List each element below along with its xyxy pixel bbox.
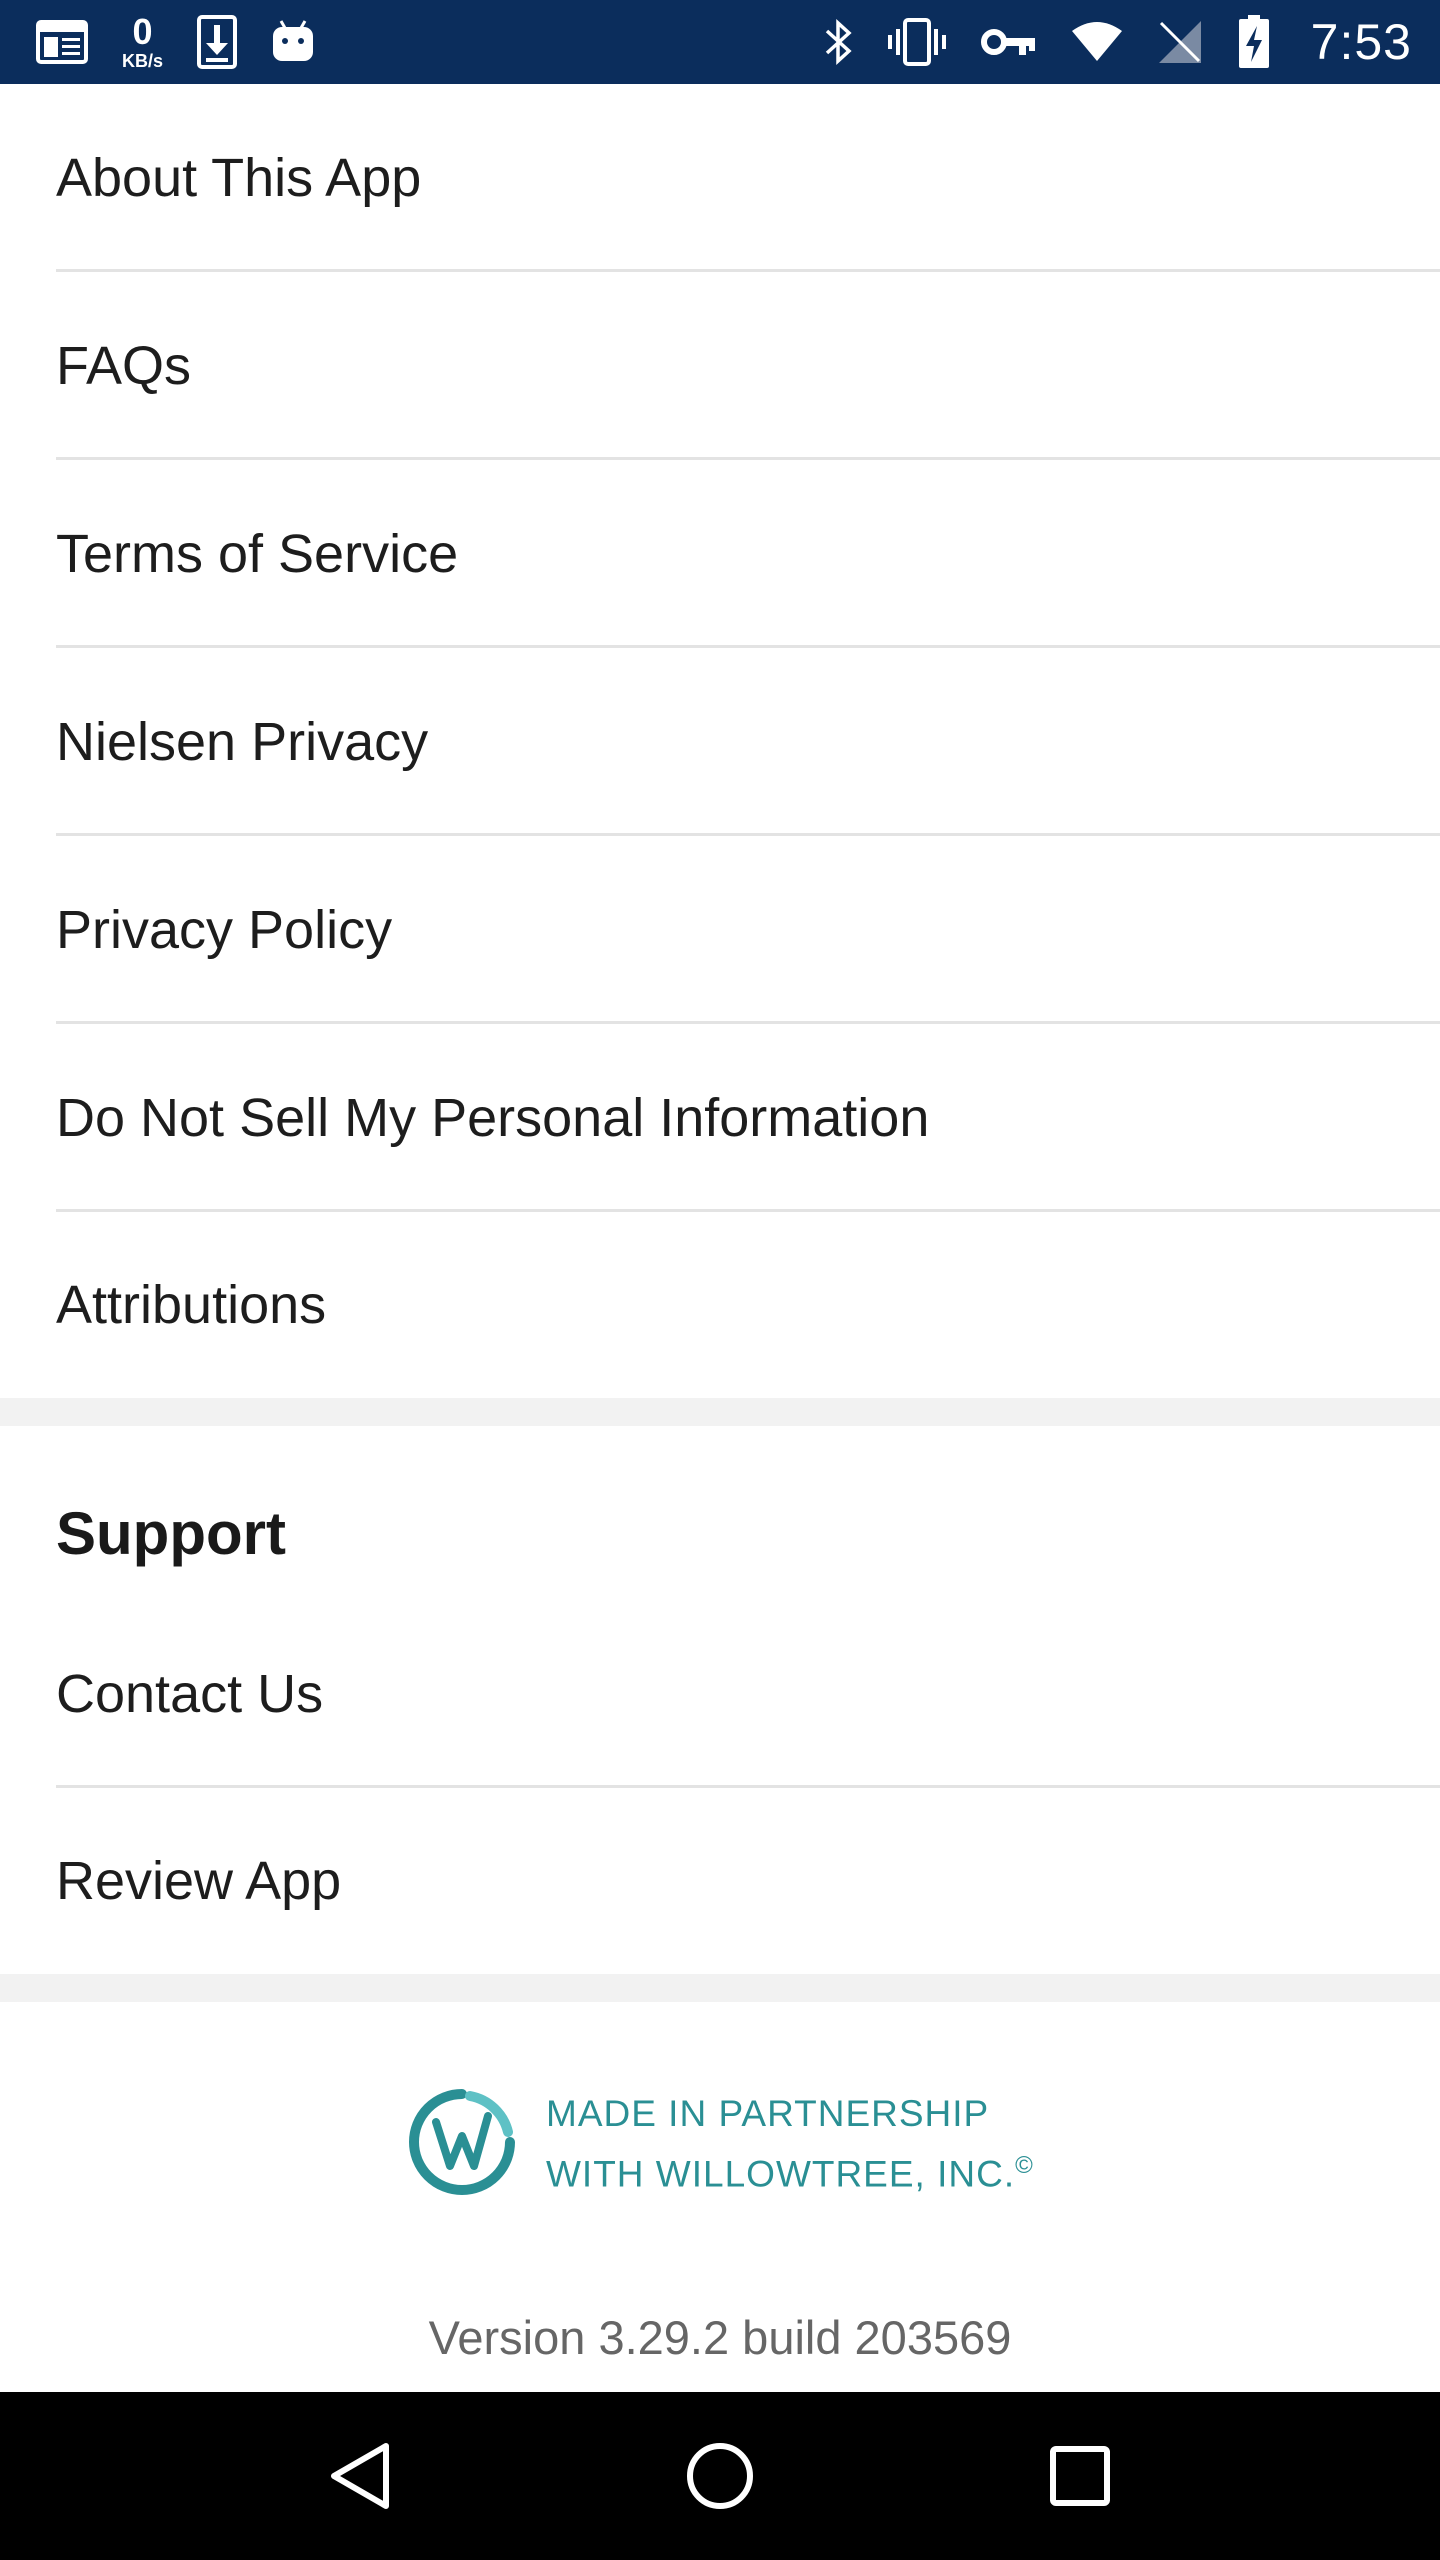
section-separator <box>0 1398 1440 1426</box>
willowtree-logo-icon <box>406 2086 518 2203</box>
menu-item-label: Terms of Service <box>56 524 459 584</box>
info-menu-list: About This App FAQs Terms of Service Nie… <box>0 84 1440 1398</box>
battery-charging-icon <box>1237 14 1271 70</box>
support-section-title: Support <box>56 1500 286 1567</box>
menu-item-privacy-policy[interactable]: Privacy Policy <box>0 836 1440 1024</box>
status-bar: 0 KB/s 7:53 <box>0 0 1440 84</box>
download-icon <box>197 15 238 69</box>
vpn-key-icon <box>980 25 1037 59</box>
menu-item-label: About This App <box>56 148 422 208</box>
home-circle-icon <box>687 2443 753 2509</box>
menu-item-label: Review App <box>56 1851 342 1911</box>
partnership-line-2-text: WITH WILLOWTREE, INC. <box>546 2153 1016 2195</box>
copyright-mark: © <box>1015 2152 1034 2180</box>
network-speed-icon: 0 KB/s <box>122 11 164 71</box>
partnership-line-2: WITH WILLOWTREE, INC.© <box>546 2140 1034 2200</box>
menu-item-about-this-app[interactable]: About This App <box>0 84 1440 272</box>
signal-icon <box>1157 19 1203 65</box>
bluetooth-icon <box>823 17 853 67</box>
back-button[interactable] <box>315 2431 405 2521</box>
recents-square-icon <box>1050 2446 1110 2506</box>
menu-item-do-not-sell[interactable]: Do Not Sell My Personal Information <box>0 1024 1440 1212</box>
menu-item-contact-us[interactable]: Contact Us <box>0 1600 1440 1788</box>
menu-item-faqs[interactable]: FAQs <box>0 272 1440 460</box>
menu-item-nielsen-privacy[interactable]: Nielsen Privacy <box>0 648 1440 836</box>
android-icon <box>271 19 315 65</box>
menu-item-label: Nielsen Privacy <box>56 712 429 772</box>
menu-item-label: Privacy Policy <box>56 900 393 960</box>
app-version: Version 3.29.2 build 203569 <box>428 2311 1012 2364</box>
menu-item-label: Contact Us <box>56 1664 324 1724</box>
menu-item-attributions[interactable]: Attributions <box>0 1212 1440 1398</box>
menu-item-label: Do Not Sell My Personal Information <box>56 1088 930 1148</box>
recents-button[interactable] <box>1035 2431 1125 2521</box>
navigation-bar <box>0 2392 1440 2560</box>
news-icon <box>36 18 88 66</box>
menu-item-label: Attributions <box>56 1275 327 1335</box>
willowtree-partnership[interactable]: MADE IN PARTNERSHIP WITH WILLOWTREE, INC… <box>406 2086 1034 2203</box>
settings-content: About This App FAQs Terms of Service Nie… <box>0 84 1440 2372</box>
status-bar-right: 7:53 <box>823 13 1412 71</box>
network-speed-unit: KB/s <box>122 51 164 71</box>
vibrate-icon <box>887 17 947 67</box>
menu-item-label: FAQs <box>56 336 192 396</box>
home-button[interactable] <box>675 2431 765 2521</box>
partnership-text: MADE IN PARTNERSHIP WITH WILLOWTREE, INC… <box>546 2088 1034 2200</box>
support-menu-list: Contact Us Review App <box>0 1600 1440 1974</box>
status-bar-left: 0 KB/s <box>36 14 315 70</box>
network-speed-value: 0 <box>132 11 153 52</box>
status-bar-time: 7:53 <box>1310 14 1412 70</box>
wifi-icon <box>1071 21 1123 63</box>
menu-item-terms-of-service[interactable]: Terms of Service <box>0 460 1440 648</box>
partnership-line-1: MADE IN PARTNERSHIP <box>546 2093 990 2135</box>
section-separator <box>0 1974 1440 2002</box>
menu-item-review-app[interactable]: Review App <box>0 1788 1440 1974</box>
back-triangle-icon <box>331 2443 389 2509</box>
footer: MADE IN PARTNERSHIP WITH WILLOWTREE, INC… <box>0 2002 1440 2372</box>
